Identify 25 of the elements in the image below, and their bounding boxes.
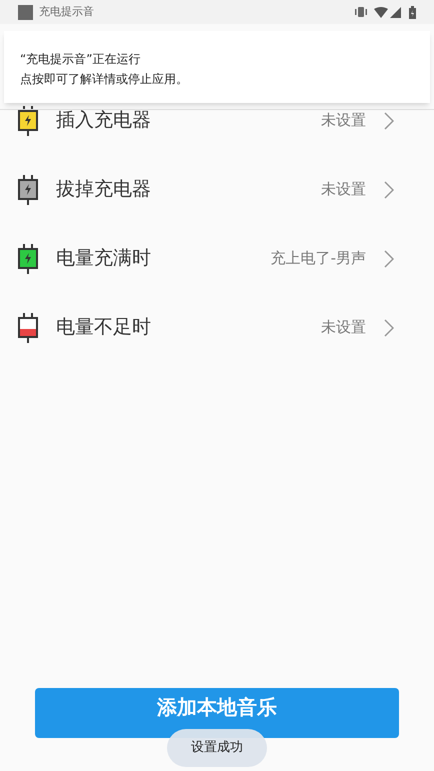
row-value: 未设置	[321, 110, 366, 132]
row-value: 未设置	[321, 179, 366, 200]
chevron-right-icon	[384, 318, 394, 336]
vibrate-icon	[354, 6, 368, 18]
wifi-icon	[374, 6, 388, 18]
app-icon	[18, 4, 33, 20]
chevron-right-icon	[384, 250, 394, 268]
battery-icon	[409, 6, 416, 18]
toast: 设置成功	[167, 729, 267, 767]
notification-card[interactable]: “充电提示音”正在运行 点按即可了解详情或停止应用。	[4, 31, 430, 103]
row-value: 未设置	[321, 317, 366, 338]
setting-row[interactable]: 电量充满时 充上电了-男声	[0, 224, 434, 293]
setting-row[interactable]: 拔掉充电器 未设置	[0, 155, 434, 224]
setting-row[interactable]: 电量不足时 未设置	[0, 293, 434, 362]
row-value: 充上电了-男声	[270, 248, 366, 270]
row-label: 插入充电器	[56, 108, 151, 134]
notification-title: “充电提示音”正在运行	[20, 51, 142, 68]
notification-body: 点按即可了解详情或停止应用。	[20, 71, 189, 88]
status-app-name: 充电提示音	[39, 4, 94, 20]
row-label: 电量充满时	[56, 246, 151, 272]
chevron-right-icon	[384, 180, 394, 198]
signal-icon	[390, 6, 401, 18]
chevron-right-icon	[384, 112, 394, 130]
row-label: 电量不足时	[56, 315, 151, 340]
row-label: 拔掉充电器	[56, 177, 151, 202]
